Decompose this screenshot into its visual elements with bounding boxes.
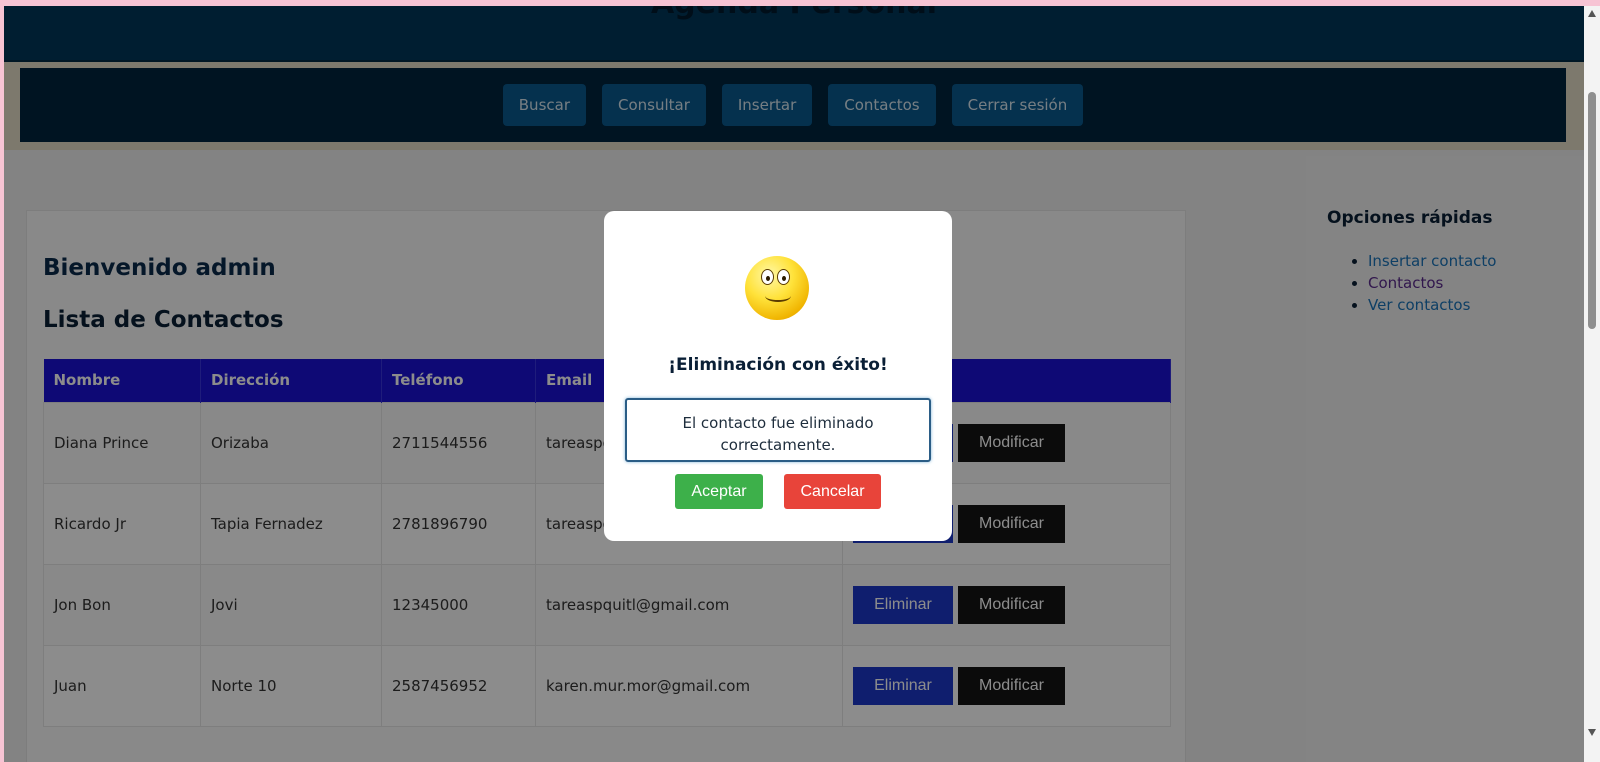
- scroll-up-arrow-icon[interactable]: [1588, 10, 1596, 17]
- scroll-down-arrow-icon[interactable]: [1588, 729, 1596, 736]
- smiley-face-icon: [745, 256, 809, 320]
- success-modal: ¡Eliminación con éxito! El contacto fue …: [604, 211, 952, 541]
- modal-title: ¡Eliminación con éxito!: [668, 355, 888, 375]
- modal-message: El contacto fue eliminado correctamente.: [625, 398, 931, 462]
- vertical-scrollbar[interactable]: [1584, 6, 1600, 762]
- scrollbar-thumb[interactable]: [1588, 92, 1596, 329]
- cancel-button[interactable]: Cancelar: [784, 474, 881, 509]
- accept-button[interactable]: Aceptar: [675, 474, 763, 509]
- smiley-left-eye: [761, 269, 774, 285]
- smiley-mouth: [765, 290, 791, 302]
- smiley-right-eye: [777, 269, 790, 285]
- page-viewport: Agenda Personal Buscar Consultar Inserta…: [4, 6, 1584, 762]
